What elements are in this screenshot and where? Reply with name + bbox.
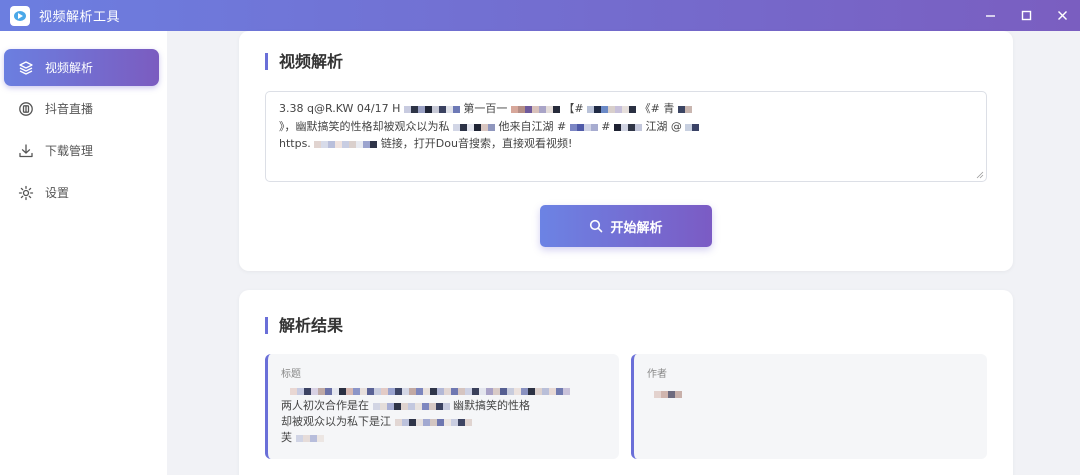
title-field-label: 标题: [281, 369, 301, 380]
author-field: 作者: [631, 354, 987, 459]
close-button[interactable]: [1044, 0, 1080, 31]
close-icon: [1057, 11, 1067, 20]
redacted-mosaic: [295, 430, 324, 446]
search-icon: [590, 219, 603, 233]
sidebar-item-video-parse[interactable]: 视频解析: [4, 49, 159, 86]
link-text-line-2: 》，幽默搞笑的性格却被观众以为私 他来自江湖 # # 江湖 @: [279, 118, 973, 136]
title-field-value: 两人初次合作是在 幽默搞笑的性格 却被观众以为私下是江 芙: [281, 398, 530, 446]
layers-icon: [17, 59, 35, 77]
title-bar: 视频解析工具: [0, 0, 1080, 31]
sidebar-item-label: 设置: [45, 186, 70, 200]
maximize-icon: [1021, 10, 1031, 21]
redacted-mosaic: [613, 118, 642, 135]
maximize-button[interactable]: [1008, 0, 1044, 31]
redacted-mosaic: [587, 101, 637, 118]
link-text-line-3: https. 链接，打开Dou音搜索，直接观看视频!: [279, 135, 973, 153]
sidebar-item-douyin-live[interactable]: 抖音直播: [4, 90, 159, 127]
live-badge-icon: [17, 100, 35, 118]
app-logo-icon: [10, 5, 30, 26]
sidebar: 视频解析 抖音直播 下载管理 设置: [0, 31, 167, 475]
redacted-mosaic: [654, 384, 682, 403]
sidebar-item-settings[interactable]: 设置: [4, 174, 159, 211]
parse-section-title: 视频解析: [265, 53, 343, 70]
redacted-mosaic: [677, 101, 692, 118]
redacted-mosaic: [314, 136, 378, 153]
result-card: 解析结果 标题 两人初次合作是在 幽默搞笑的性格 却被观众以为私下是江 芙 作者: [239, 290, 1013, 475]
resize-grip-icon[interactable]: [976, 171, 984, 179]
window-title: 视频解析工具: [39, 10, 121, 25]
redacted-mosaic: [394, 414, 472, 430]
result-section-title: 解析结果: [265, 317, 343, 334]
redacted-mosaic: [372, 398, 450, 414]
sidebar-item-downloads[interactable]: 下载管理: [4, 132, 159, 169]
sidebar-item-label: 抖音直播: [45, 102, 94, 116]
start-parse-button[interactable]: 开始解析: [540, 205, 712, 247]
start-parse-label: 开始解析: [610, 220, 663, 236]
minimize-icon: [985, 15, 995, 17]
download-icon: [17, 142, 35, 160]
window-controls: [972, 0, 1080, 31]
link-text-line-1: 3.38 q@R.KW 04/17 H 第一百一 【# 《# 青: [279, 100, 973, 118]
redacted-mosaic: [685, 118, 700, 135]
parse-card: 视频解析 3.38 q@R.KW 04/17 H 第一百一 【# 《# 青 》，…: [239, 31, 1013, 271]
sidebar-item-label: 视频解析: [45, 61, 94, 75]
minimize-button[interactable]: [972, 0, 1008, 31]
redacted-mosaic: [403, 101, 460, 118]
sidebar-item-label: 下载管理: [45, 144, 94, 158]
link-input[interactable]: 3.38 q@R.KW 04/17 H 第一百一 【# 《# 青 》，幽默搞笑的…: [265, 91, 987, 182]
redacted-mosaic: [510, 101, 560, 118]
redacted-mosaic: [569, 118, 598, 135]
redacted-mosaic: [453, 118, 495, 135]
gear-icon: [17, 184, 35, 202]
author-field-label: 作者: [647, 369, 667, 380]
title-field: 标题 两人初次合作是在 幽默搞笑的性格 却被观众以为私下是江 芙: [265, 354, 619, 459]
